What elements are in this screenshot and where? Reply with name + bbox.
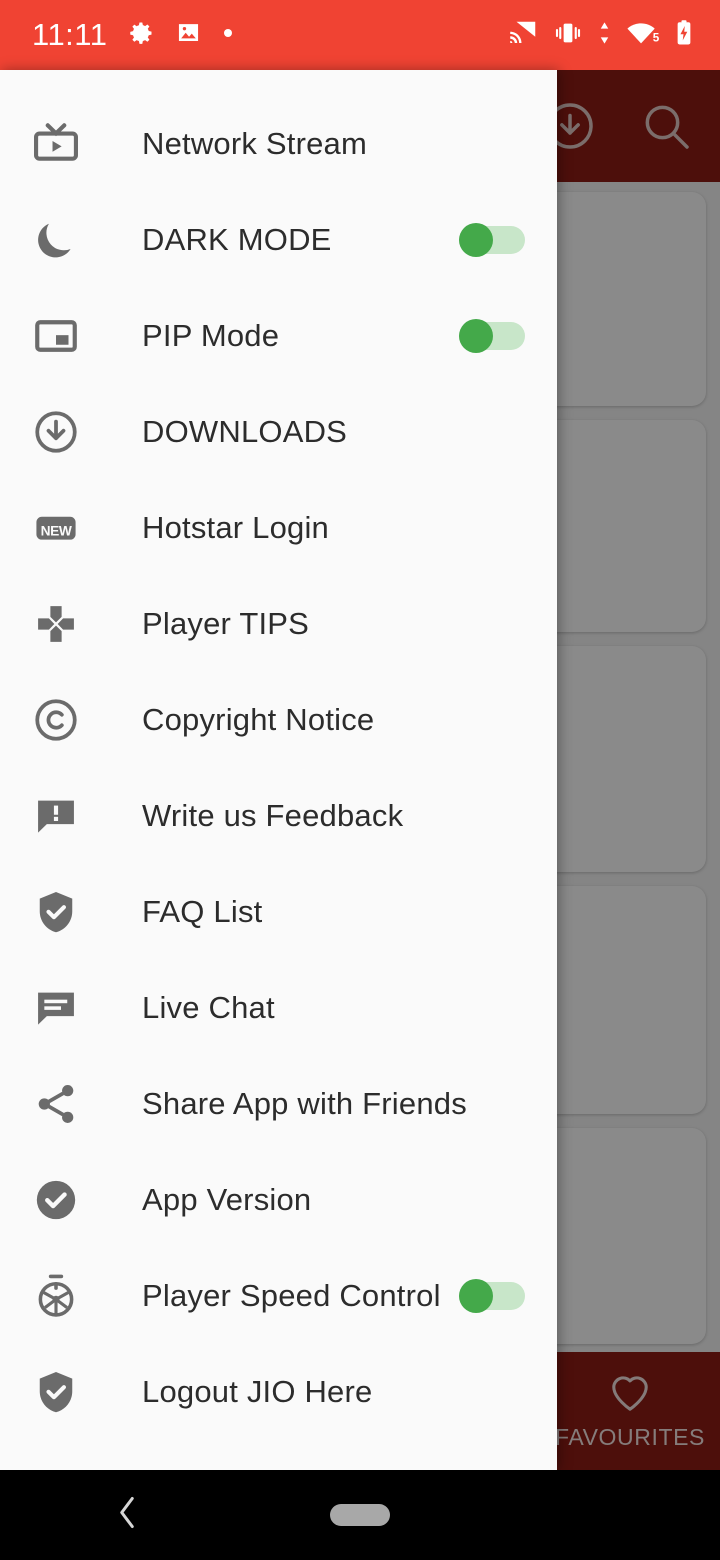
android-nav-bar: [0, 1470, 720, 1560]
shield-check-icon: [26, 1362, 86, 1422]
moon-icon: [26, 210, 86, 270]
check-circle-icon: [26, 1170, 86, 1230]
status-bar: 11:11 5: [0, 0, 720, 70]
home-pill-icon[interactable]: [330, 1504, 390, 1526]
phone-screen: tchUP dia n dia gin m rst 5 sec de ries …: [0, 0, 720, 1560]
drawer-item-label: Share App with Friends: [142, 1086, 467, 1121]
svg-text:5: 5: [653, 31, 660, 44]
drawer-item-app-version[interactable]: App Version: [0, 1152, 557, 1248]
feedback-icon: [26, 786, 86, 846]
drawer-item-faq-list[interactable]: FAQ List: [0, 864, 557, 960]
shield-check-icon: [26, 882, 86, 942]
drawer-item-write-us-feedback[interactable]: Write us Feedback: [0, 768, 557, 864]
drawer-item-label: Copyright Notice: [142, 702, 375, 737]
dark-mode-toggle[interactable]: [459, 223, 525, 257]
battery-charging-icon: [674, 19, 694, 52]
toggle-thumb: [459, 319, 493, 353]
stopwatch-icon: [26, 1266, 86, 1326]
drawer-item-label: Player TIPS: [142, 606, 310, 641]
drawer-item-label: FAQ List: [142, 894, 263, 929]
navigation-drawer: Network Stream DARK MODE PIP Mode DOWNLO…: [0, 70, 557, 1470]
drawer-item-pip-mode[interactable]: PIP Mode: [0, 288, 557, 384]
drawer-item-label: Write us Feedback: [142, 798, 404, 833]
drawer-item-player-speed-control[interactable]: Player Speed Control: [0, 1248, 557, 1344]
drawer-item-share-app[interactable]: Share App with Friends: [0, 1056, 557, 1152]
drawer-item-label: DOWNLOADS: [142, 414, 348, 449]
drawer-item-label: App Version: [142, 1182, 312, 1217]
download-circle-icon: [26, 402, 86, 462]
status-bar-clock: 11:11: [32, 17, 108, 52]
pip-mode-toggle[interactable]: [459, 319, 525, 353]
data-transfer-icon: [597, 20, 612, 51]
drawer-item-hotstar-login[interactable]: NEW Hotstar Login: [0, 480, 557, 576]
status-bar-left: 11:11: [0, 17, 234, 53]
drawer-item-network-stream[interactable]: Network Stream: [0, 96, 557, 192]
drawer-item-downloads[interactable]: DOWNLOADS: [0, 384, 557, 480]
drawer-item-dark-mode[interactable]: DARK MODE: [0, 192, 557, 288]
image-icon: [175, 19, 202, 51]
wifi-icon: 5: [626, 20, 660, 51]
drawer-item-copyright-notice[interactable]: Copyright Notice: [0, 672, 557, 768]
tv-play-icon: [26, 114, 86, 174]
share-icon: [26, 1074, 86, 1134]
player-speed-control-toggle[interactable]: [459, 1279, 525, 1313]
cast-icon: [509, 20, 539, 51]
svg-text:NEW: NEW: [41, 524, 72, 539]
pip-icon: [26, 306, 86, 366]
drawer-item-player-tips[interactable]: Player TIPS: [0, 576, 557, 672]
chat-icon: [26, 978, 86, 1038]
new-badge-icon: NEW: [26, 498, 86, 558]
toggle-thumb: [459, 223, 493, 257]
toggle-thumb: [459, 1279, 493, 1313]
dot-icon: [222, 26, 234, 44]
dpad-icon: [26, 594, 86, 654]
drawer-item-logout-jio[interactable]: Logout JIO Here: [0, 1344, 557, 1440]
drawer-item-label: Live Chat: [142, 990, 275, 1025]
status-bar-right: 5: [509, 19, 720, 52]
drawer-item-label: PIP Mode: [142, 318, 280, 353]
vibrate-icon: [553, 20, 583, 51]
drawer-item-label: Logout JIO Here: [142, 1374, 373, 1409]
chevron-left-icon[interactable]: [112, 1492, 142, 1539]
drawer-item-label: Player Speed Control: [142, 1278, 441, 1313]
gear-icon: [127, 19, 155, 52]
copyright-icon: [26, 690, 86, 750]
drawer-item-live-chat[interactable]: Live Chat: [0, 960, 557, 1056]
drawer-item-label: DARK MODE: [142, 222, 332, 257]
drawer-item-label: Network Stream: [142, 126, 368, 161]
drawer-item-label: Hotstar Login: [142, 510, 329, 545]
